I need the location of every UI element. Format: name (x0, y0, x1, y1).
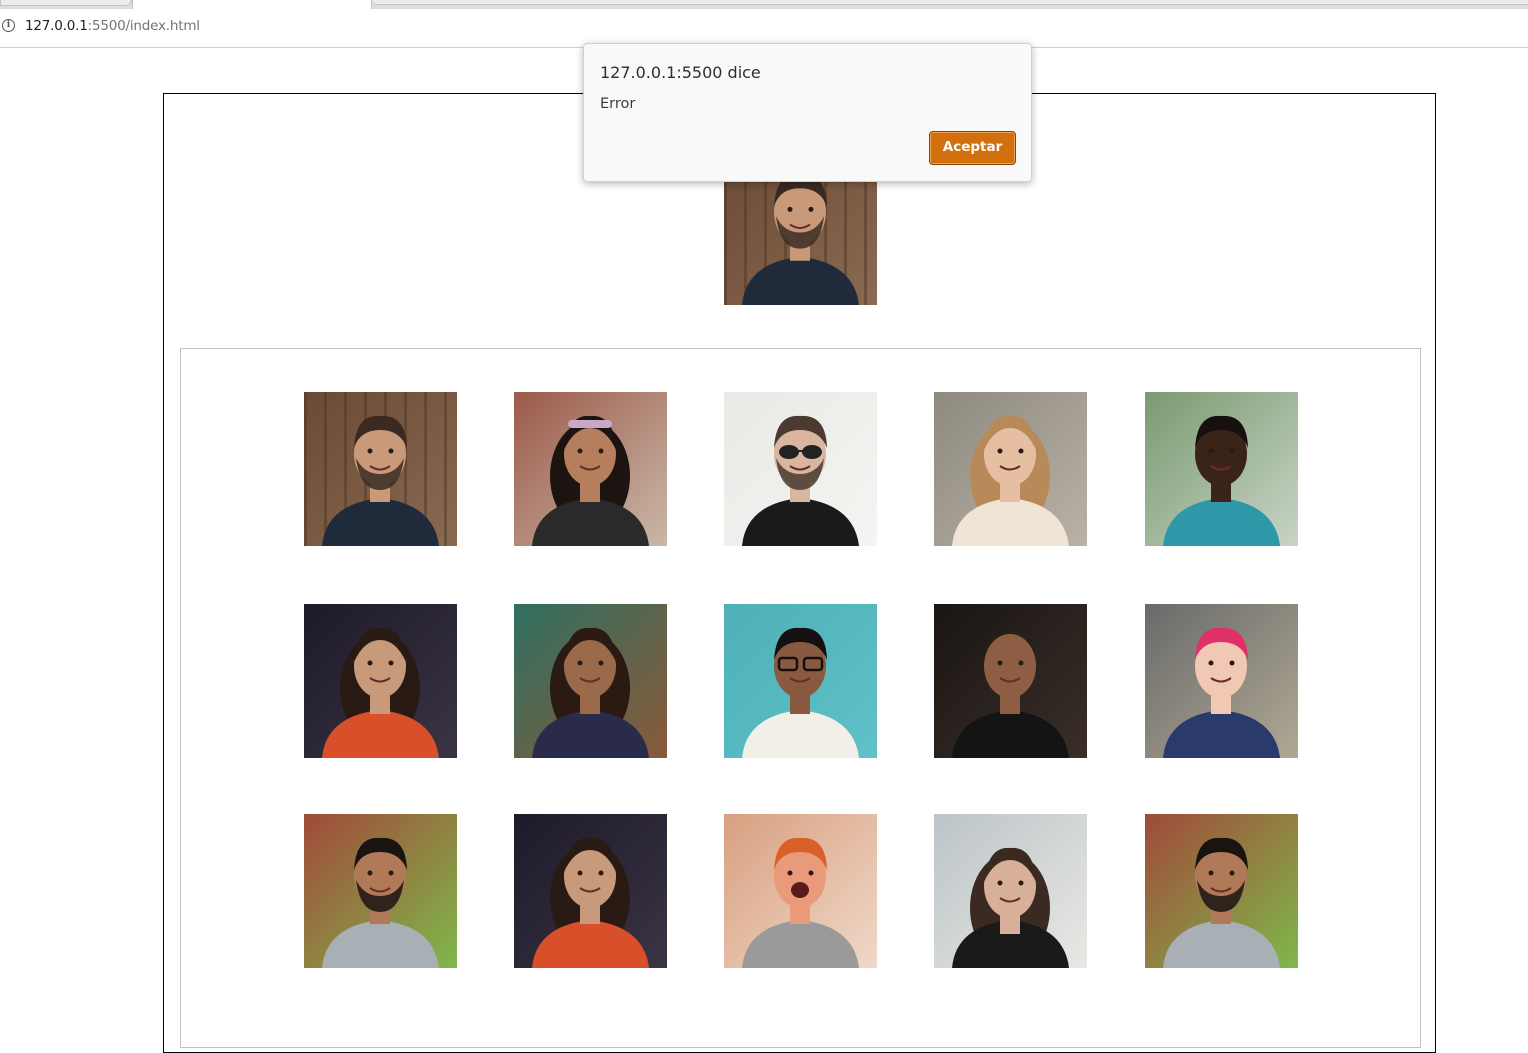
gallery-photo[interactable] (514, 814, 667, 968)
gallery-photo[interactable] (934, 392, 1087, 546)
gallery-photo[interactable] (934, 604, 1087, 758)
gallery-photo[interactable] (1145, 814, 1298, 968)
gallery-photo[interactable] (724, 814, 877, 968)
gallery-photo[interactable] (724, 604, 877, 758)
browser-tab-active[interactable] (132, 0, 372, 9)
url-text[interactable]: 127.0.0.1:5500/index.html (25, 18, 200, 34)
gallery-photo[interactable] (1145, 604, 1298, 758)
tab-strip (0, 0, 1528, 9)
gallery-photo[interactable] (304, 604, 457, 758)
gallery-photo[interactable] (304, 814, 457, 968)
gallery-photo[interactable] (514, 392, 667, 546)
gallery-photo[interactable] (1145, 392, 1298, 546)
browser-tab-inactive[interactable] (0, 0, 132, 6)
gallery-photo[interactable] (724, 392, 877, 546)
gallery-photo[interactable] (934, 814, 1087, 968)
tab-strip-background (372, 0, 1528, 5)
dialog-title: 127.0.0.1:5500 dice (600, 63, 761, 82)
url-path: :5500/index.html (87, 18, 200, 34)
gallery-photo[interactable] (304, 392, 457, 546)
accept-button[interactable]: Aceptar (929, 131, 1016, 165)
alert-dialog: 127.0.0.1:5500 dice Error Aceptar (583, 43, 1032, 182)
url-host: 127.0.0.1 (25, 18, 88, 34)
gallery-photo[interactable] (514, 604, 667, 758)
dialog-message: Error (600, 96, 636, 112)
info-icon[interactable]: i (2, 19, 15, 32)
